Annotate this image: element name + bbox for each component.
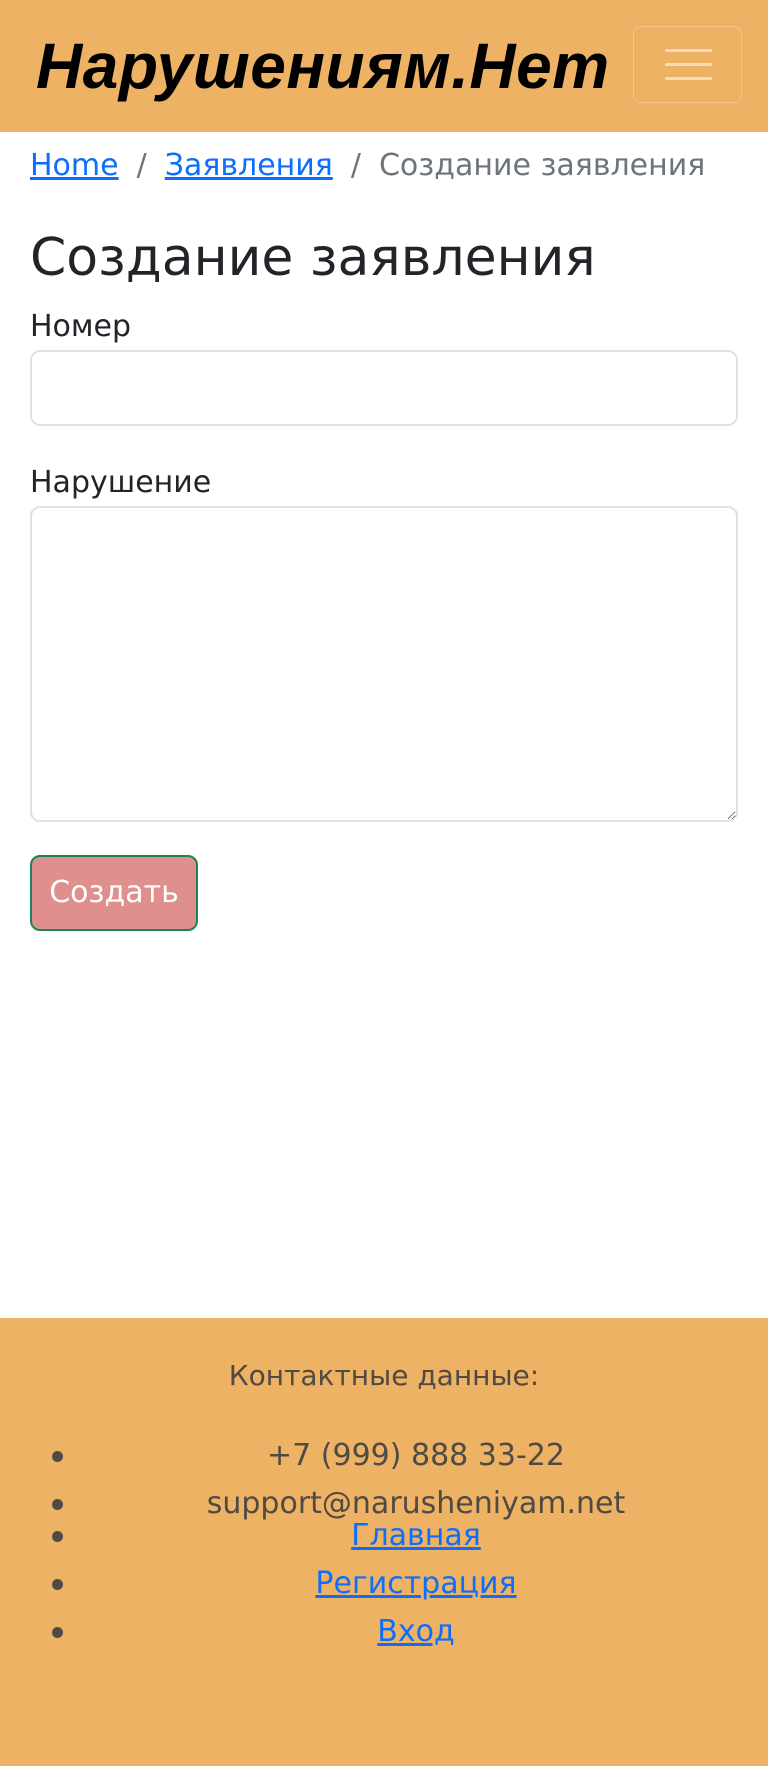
violation-label: Нарушение [30, 465, 212, 500]
bullet-icon [52, 1531, 63, 1542]
contact-item-phone: +7 (999) 888 33-22 [0, 1432, 768, 1480]
create-button[interactable]: Создать [30, 855, 198, 931]
number-input[interactable] [30, 350, 738, 426]
breadcrumb-separator: / [136, 148, 147, 183]
breadcrumb-link-home[interactable]: Home [30, 146, 119, 186]
hamburger-menu-icon-bar [665, 77, 712, 80]
bullet-icon [52, 1627, 63, 1638]
contact-phone: +7 (999) 888 33-22 [267, 1438, 565, 1473]
navbar: Нарушениям.Нет [0, 0, 768, 132]
footer: Контактные данные: +7 (999) 888 33-22 su… [0, 1318, 768, 1766]
footer-nav-item-login: Вход [0, 1608, 768, 1656]
footer-link-home[interactable]: Главная [351, 1518, 481, 1553]
bullet-icon [52, 1451, 63, 1462]
footer-nav: Главная Регистрация Вход [0, 1512, 768, 1656]
breadcrumb: Home / Заявления / Создание заявления [30, 146, 705, 186]
violation-textarea[interactable] [30, 506, 738, 822]
bullet-icon [52, 1499, 63, 1510]
footer-nav-item-home: Главная [0, 1512, 768, 1560]
hamburger-menu-icon [665, 49, 712, 52]
footer-link-login[interactable]: Вход [377, 1614, 454, 1649]
hamburger-menu-icon-bar [665, 63, 712, 66]
navbar-toggler-button[interactable] [633, 26, 742, 103]
breadcrumb-link-applications[interactable]: Заявления [165, 146, 333, 186]
breadcrumb-current: Создание заявления [378, 148, 706, 183]
breadcrumb-separator: / [350, 148, 361, 183]
brand-logo[interactable]: Нарушениям.Нет [36, 26, 610, 106]
footer-heading: Контактные данные: [228, 1359, 540, 1392]
footer-link-register[interactable]: Регистрация [315, 1566, 516, 1601]
page-title: Создание заявления [30, 228, 596, 288]
footer-nav-item-register: Регистрация [0, 1560, 768, 1608]
number-label: Номер [30, 309, 132, 344]
bullet-icon [52, 1579, 63, 1590]
